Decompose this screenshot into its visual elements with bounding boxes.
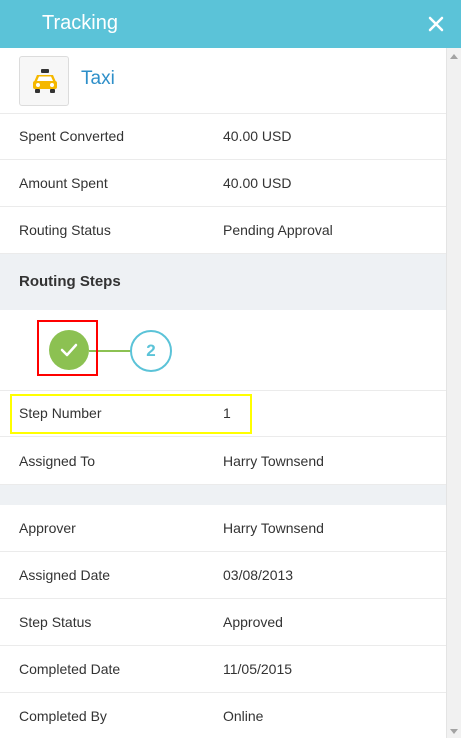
row-label: Routing Status xyxy=(19,222,111,238)
row-value: Pending Approval xyxy=(223,222,333,238)
approval-detail-row: Completed Date 11/05/2015 xyxy=(0,646,446,693)
row-label: Completed By xyxy=(19,708,107,724)
row-value: Harry Townsend xyxy=(223,520,324,536)
approval-detail-row: Step Status Approved xyxy=(0,599,446,646)
section-divider xyxy=(0,485,446,505)
row-value: Harry Townsend xyxy=(223,453,324,469)
approval-detail-row: Completed By Online xyxy=(0,693,446,738)
scroll-down-arrow-icon[interactable] xyxy=(450,729,458,734)
approval-detail-row: Assigned Date 03/08/2013 xyxy=(0,552,446,599)
row-label: Assigned Date xyxy=(19,567,111,583)
section-title: Routing Steps xyxy=(19,273,121,290)
row-label: Spent Converted xyxy=(19,128,125,144)
row-label: Completed Date xyxy=(19,661,121,677)
taxi-icon-box xyxy=(19,56,69,106)
row-value: 40.00 USD xyxy=(223,175,292,191)
row-label: Assigned To xyxy=(19,453,96,469)
row-value: 03/08/2013 xyxy=(223,567,294,583)
summary-row: Routing Status Pending Approval xyxy=(0,207,446,254)
taxi-icon xyxy=(33,69,57,93)
routing-steps-tracker: 2 xyxy=(0,310,446,391)
row-label: Amount Spent xyxy=(19,175,108,191)
vertical-scrollbar[interactable] xyxy=(446,48,461,738)
header-bar: Tracking xyxy=(0,0,461,48)
step-2-pending[interactable]: 2 xyxy=(130,330,172,372)
row-value: Online xyxy=(223,708,264,724)
summary-row: Amount Spent 40.00 USD xyxy=(0,160,446,207)
row-label: Approver xyxy=(19,520,76,536)
step-detail-row: Assigned To Harry Townsend xyxy=(0,438,446,485)
scroll-up-arrow-icon[interactable] xyxy=(450,54,458,59)
close-icon xyxy=(428,16,444,32)
expense-type-row: Taxi xyxy=(0,48,446,114)
row-value: 11/05/2015 xyxy=(223,661,293,677)
expense-type-title[interactable]: Taxi xyxy=(81,68,115,90)
approval-detail-row: Approver Harry Townsend xyxy=(0,505,446,552)
tracking-content: Taxi Spent Converted 40.00 USD Amount Sp… xyxy=(0,48,446,738)
row-label: Step Status xyxy=(19,614,92,630)
highlight-box-red xyxy=(37,320,98,376)
highlight-box-yellow xyxy=(10,394,252,434)
close-button[interactable] xyxy=(426,14,446,34)
row-value: 40.00 USD xyxy=(223,128,292,144)
row-value: Approved xyxy=(223,614,283,630)
summary-row: Spent Converted 40.00 USD xyxy=(0,113,446,160)
routing-steps-header: Routing Steps xyxy=(0,254,446,310)
page-title: Tracking xyxy=(42,12,118,34)
